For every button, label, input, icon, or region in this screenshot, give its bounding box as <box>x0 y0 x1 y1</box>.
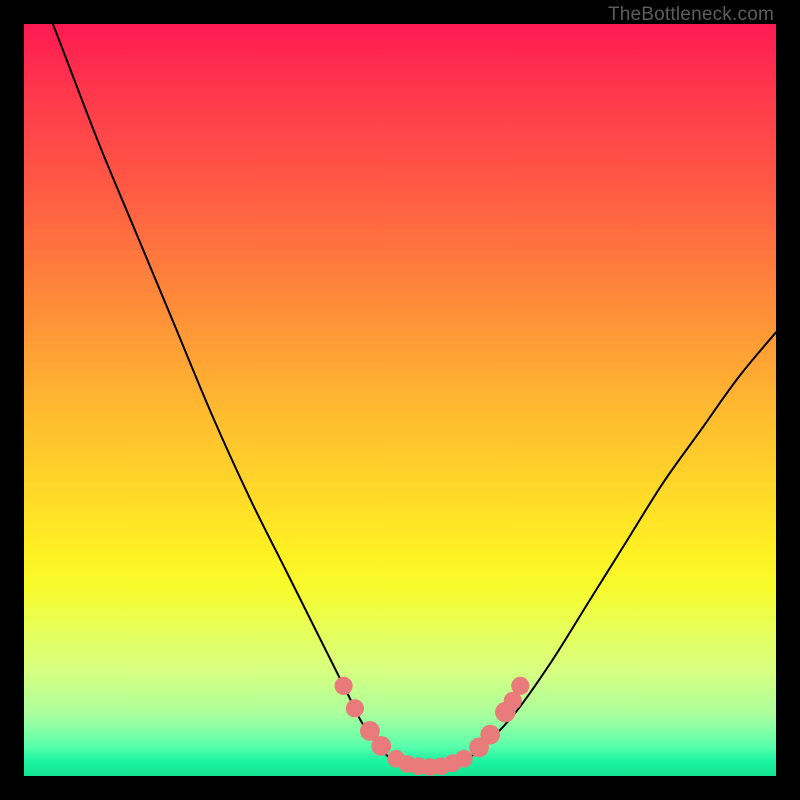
attribution-text: TheBottleneck.com <box>608 4 774 26</box>
curve-markers <box>335 677 530 776</box>
curve-marker <box>511 677 529 695</box>
bottleneck-chart <box>24 24 776 776</box>
curve-marker <box>371 736 391 756</box>
curve-marker <box>346 699 364 717</box>
bottleneck-curve <box>24 0 776 767</box>
chart-frame: TheBottleneck.com <box>0 0 800 800</box>
chart-svg <box>24 24 776 776</box>
curve-marker <box>335 677 353 695</box>
curve-marker <box>455 750 473 768</box>
curve-marker <box>480 725 500 745</box>
